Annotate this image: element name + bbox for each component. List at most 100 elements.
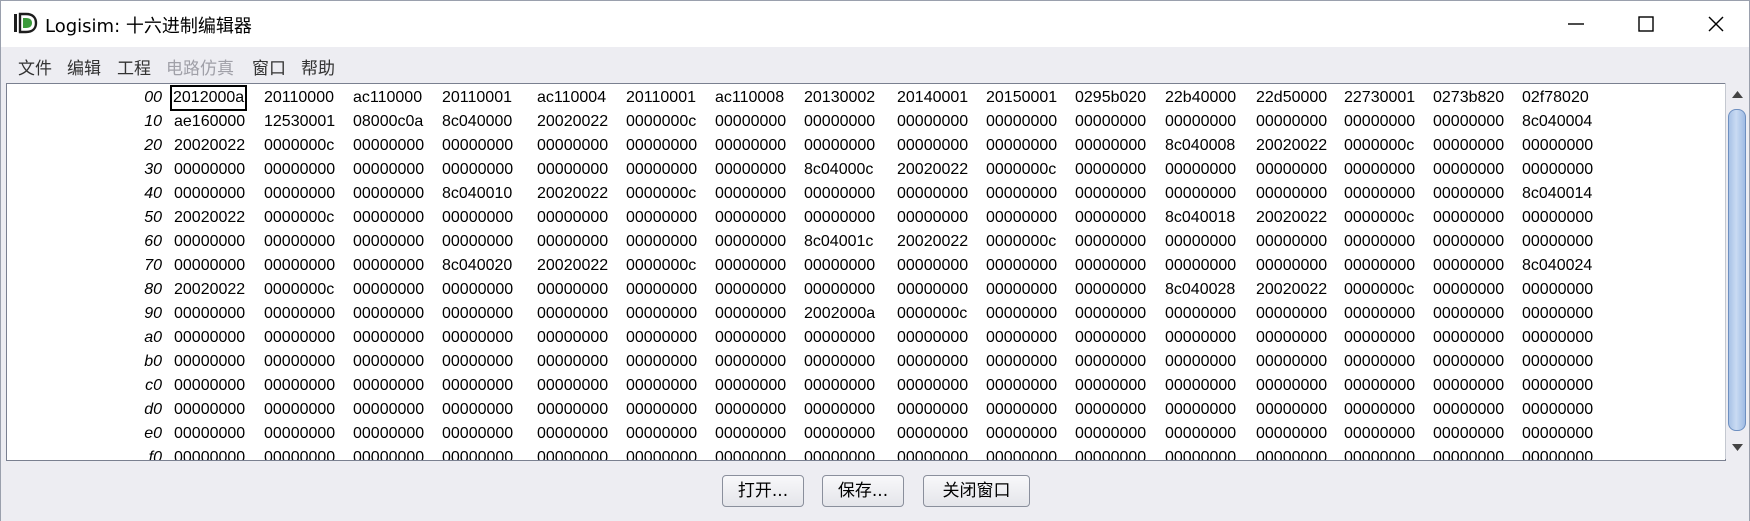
hex-cell[interactable]: 00000000 [715, 230, 786, 254]
hex-cell[interactable]: 00000000 [1165, 326, 1236, 350]
hex-cell[interactable]: 00000000 [1075, 134, 1146, 158]
hex-cell[interactable]: 00000000 [442, 422, 513, 446]
hex-cell[interactable]: 00000000 [715, 398, 786, 422]
hex-cell[interactable]: 00000000 [1075, 446, 1146, 460]
hex-cell[interactable]: 00000000 [353, 398, 424, 422]
hex-cell[interactable]: 00000000 [986, 326, 1057, 350]
hex-cell[interactable]: 00000000 [986, 206, 1057, 230]
hex-cell[interactable]: 00000000 [353, 206, 424, 230]
hex-cell[interactable]: 8c040020 [442, 254, 512, 278]
hex-cell[interactable]: 00000000 [1256, 350, 1327, 374]
hex-cell[interactable]: 00000000 [986, 302, 1057, 326]
hex-cell[interactable]: 00000000 [537, 230, 608, 254]
hex-cell[interactable]: 00000000 [1075, 398, 1146, 422]
hex-cell[interactable]: 8c040008 [1165, 134, 1235, 158]
hex-cell[interactable]: 00000000 [1075, 302, 1146, 326]
hex-cell[interactable]: 00000000 [1344, 326, 1415, 350]
hex-cell[interactable]: 00000000 [353, 134, 424, 158]
hex-cell[interactable]: 8c04000c [804, 158, 873, 182]
hex-cell[interactable]: 20110001 [442, 86, 512, 110]
hex-cell[interactable]: 00000000 [1256, 254, 1327, 278]
hex-cell[interactable]: 20020022 [174, 134, 245, 158]
hex-cell[interactable]: 00000000 [1165, 158, 1236, 182]
hex-cell[interactable]: 00000000 [1344, 350, 1415, 374]
hex-cell[interactable]: 00000000 [897, 134, 968, 158]
hex-cell[interactable]: 00000000 [442, 326, 513, 350]
hex-cell[interactable]: 00000000 [986, 422, 1057, 446]
hex-cell[interactable]: 00000000 [1344, 254, 1415, 278]
hex-cell[interactable]: 00000000 [353, 278, 424, 302]
hex-cell[interactable]: 00000000 [537, 134, 608, 158]
hex-cell[interactable]: 0000000c [264, 278, 334, 302]
hex-cell[interactable]: 00000000 [353, 254, 424, 278]
hex-cell[interactable]: 00000000 [537, 326, 608, 350]
menu-edit[interactable]: 编辑 [67, 54, 101, 79]
hex-cell[interactable]: 00000000 [1522, 398, 1593, 422]
hex-cell[interactable]: 00000000 [264, 374, 335, 398]
hex-cell[interactable]: 00000000 [626, 134, 697, 158]
hex-cell[interactable]: 00000000 [537, 374, 608, 398]
hex-cell[interactable]: 0000000c [1344, 278, 1414, 302]
hex-cell[interactable]: 00000000 [1433, 446, 1504, 460]
hex-cell[interactable]: 00000000 [174, 158, 245, 182]
hex-cell[interactable]: 00000000 [1075, 158, 1146, 182]
hex-cell[interactable]: 00000000 [715, 350, 786, 374]
hex-cell[interactable]: 00000000 [986, 254, 1057, 278]
hex-cell[interactable]: 00000000 [1256, 182, 1327, 206]
hex-cell[interactable]: 0000000c [1344, 206, 1414, 230]
hex-cell[interactable]: 0000000c [264, 134, 334, 158]
hex-cell[interactable]: 00000000 [626, 206, 697, 230]
hex-cell[interactable]: 0295b020 [1075, 86, 1146, 110]
hex-cell[interactable]: 00000000 [804, 374, 875, 398]
hex-cell[interactable]: 00000000 [897, 422, 968, 446]
hex-cell[interactable]: 00000000 [897, 182, 968, 206]
hex-cell[interactable]: 00000000 [1256, 110, 1327, 134]
hex-cell[interactable]: 00000000 [626, 374, 697, 398]
hex-cell[interactable]: 00000000 [804, 110, 875, 134]
hex-cell[interactable]: 00000000 [804, 278, 875, 302]
hex-cell[interactable]: 8c040010 [442, 182, 512, 206]
hex-cell[interactable]: 00000000 [1522, 134, 1593, 158]
menu-help[interactable]: 帮助 [301, 54, 335, 79]
hex-cell[interactable]: 00000000 [442, 398, 513, 422]
hex-cell[interactable]: 00000000 [537, 206, 608, 230]
hex-cell[interactable]: 00000000 [1522, 374, 1593, 398]
hex-cell[interactable]: 22730001 [1344, 86, 1415, 110]
hex-cell[interactable]: 00000000 [626, 326, 697, 350]
hex-cell[interactable]: 00000000 [1522, 350, 1593, 374]
menu-project[interactable]: 工程 [117, 54, 151, 79]
hex-cell[interactable]: 00000000 [897, 110, 968, 134]
hex-cell[interactable]: 00000000 [442, 230, 513, 254]
hex-cell[interactable]: 00000000 [897, 398, 968, 422]
hex-cell[interactable]: 00000000 [715, 110, 786, 134]
hex-cell[interactable]: 00000000 [715, 278, 786, 302]
hex-cell[interactable]: 20020022 [1256, 134, 1327, 158]
hex-cell[interactable]: 00000000 [1256, 158, 1327, 182]
save-button[interactable]: 保存... [822, 475, 904, 507]
hex-cell[interactable]: 00000000 [442, 158, 513, 182]
hex-cell[interactable]: 00000000 [1433, 254, 1504, 278]
hex-cell[interactable]: 00000000 [1256, 302, 1327, 326]
menu-window[interactable]: 窗口 [252, 54, 286, 79]
hex-cell[interactable]: 00000000 [174, 350, 245, 374]
hex-cell[interactable]: 00000000 [264, 398, 335, 422]
hex-cell[interactable]: 00000000 [1522, 206, 1593, 230]
hex-cell[interactable]: ac110000 [353, 86, 422, 110]
hex-cell[interactable]: 00000000 [1522, 158, 1593, 182]
hex-cell[interactable]: 20020022 [174, 278, 245, 302]
hex-cell[interactable]: 00000000 [897, 326, 968, 350]
hex-cell[interactable]: 00000000 [353, 446, 424, 460]
hex-cell[interactable]: 00000000 [264, 182, 335, 206]
minimize-button[interactable] [1541, 1, 1611, 47]
hex-cell[interactable]: 00000000 [804, 422, 875, 446]
hex-cell[interactable]: 00000000 [264, 422, 335, 446]
hex-cell[interactable]: 00000000 [1522, 302, 1593, 326]
hex-cell[interactable]: 00000000 [1075, 350, 1146, 374]
close-window-button[interactable]: 关闭窗口 [923, 475, 1030, 507]
hex-cell[interactable]: 00000000 [174, 302, 245, 326]
hex-cell[interactable]: 8c040024 [1522, 254, 1592, 278]
hex-cell[interactable]: 00000000 [1344, 302, 1415, 326]
hex-cell[interactable]: 00000000 [897, 278, 968, 302]
hex-cell[interactable]: 2002000a [804, 302, 875, 326]
hex-cell[interactable]: 00000000 [715, 302, 786, 326]
